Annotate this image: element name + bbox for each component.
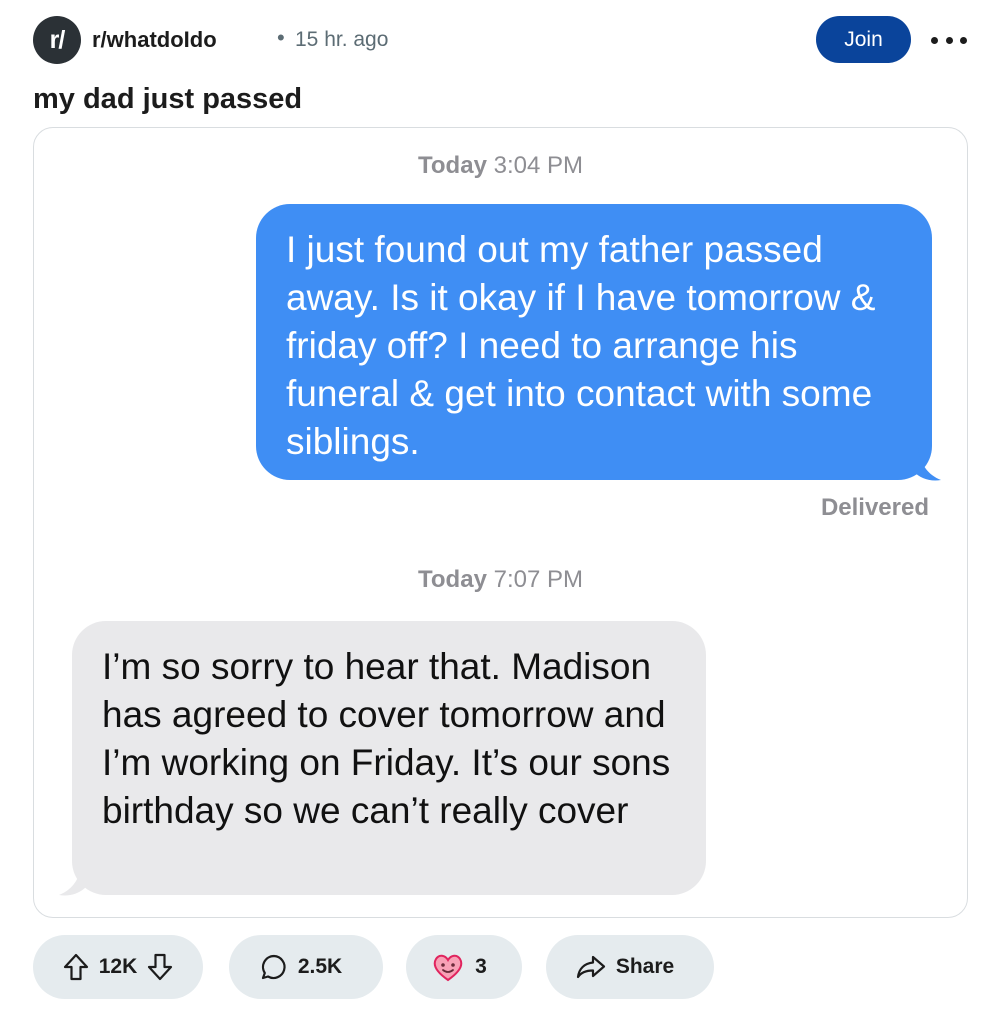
post-title[interactable]: my dad just passed xyxy=(33,83,302,116)
post-action-bar: 12K 2.5K 3 Share xyxy=(33,935,968,999)
award-count: 3 xyxy=(475,955,487,978)
subreddit-avatar[interactable]: r/ xyxy=(33,16,81,64)
comment-icon xyxy=(261,954,286,980)
upvote-icon[interactable] xyxy=(63,953,89,981)
timestamp-day: Today xyxy=(418,566,487,593)
post-image-chat[interactable]: Today 3:04 PM I just found out my father… xyxy=(33,127,968,918)
award-button[interactable]: 3 xyxy=(406,935,522,999)
timestamp-time: 7:07 PM xyxy=(493,566,583,593)
vote-control: 12K xyxy=(33,935,203,999)
chat-timestamp: Today 3:04 PM xyxy=(34,152,967,180)
subreddit-name[interactable]: r/whatdoIdo xyxy=(92,27,217,53)
join-button[interactable]: Join xyxy=(816,16,911,63)
vote-count: 12K xyxy=(98,955,138,978)
more-options-icon[interactable] xyxy=(931,29,967,51)
timestamp-time: 3:04 PM xyxy=(493,152,583,179)
meta-separator: • xyxy=(277,25,285,50)
chat-timestamp: Today 7:07 PM xyxy=(34,566,967,594)
share-label: Share xyxy=(615,955,675,978)
sent-message-bubble: I just found out my father passed away. … xyxy=(256,204,932,480)
comments-button[interactable]: 2.5K xyxy=(229,935,383,999)
downvote-icon[interactable] xyxy=(147,953,173,981)
sent-bubble-tail xyxy=(914,448,941,481)
comment-count: 2.5K xyxy=(297,955,343,978)
share-icon xyxy=(576,955,605,979)
received-message-bubble: I’m so sorry to hear that. Madison has a… xyxy=(72,621,706,895)
award-icon xyxy=(433,954,463,982)
timestamp-day: Today xyxy=(418,152,487,179)
share-button[interactable]: Share xyxy=(546,935,714,999)
received-bubble-tail xyxy=(59,863,86,896)
delivered-status: Delivered xyxy=(820,494,929,521)
post-header: r/ r/whatdoIdo • 15 hr. ago Join xyxy=(33,16,968,64)
post-time: 15 hr. ago xyxy=(295,28,389,51)
